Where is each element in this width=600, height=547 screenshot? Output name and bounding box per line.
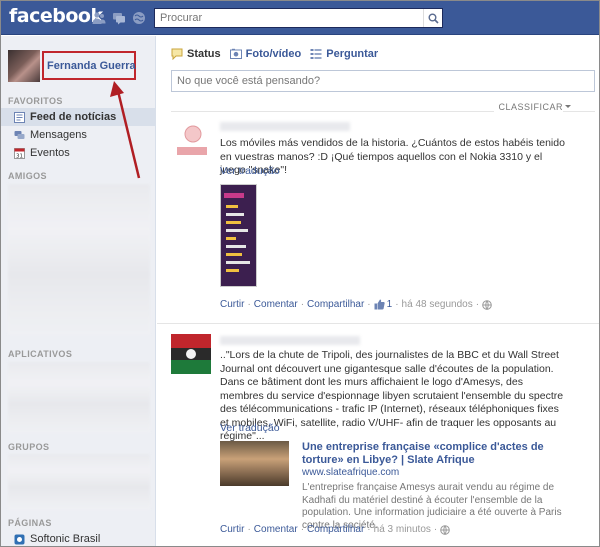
- calendar-icon: 31: [14, 147, 25, 159]
- status-composer: [171, 70, 595, 92]
- post-actions: Curtir · Comentar · Compartilhar · há 3 …: [220, 524, 451, 535]
- separator: ·: [367, 524, 371, 535]
- separator: ·: [300, 524, 305, 535]
- profile-name-link[interactable]: Fernanda Guerra: [47, 60, 136, 72]
- post-author-name-blurred: [220, 336, 360, 345]
- sidebar-item-softonic[interactable]: Softonic Brasil: [1, 530, 156, 546]
- blurred-apps-list: [8, 362, 150, 432]
- annotation-arrow: [110, 81, 141, 179]
- like-link[interactable]: Curtir: [220, 524, 244, 535]
- post-author-avatar[interactable]: [171, 121, 211, 161]
- like-count[interactable]: 1: [387, 299, 393, 310]
- photo-icon: [229, 48, 242, 59]
- comment-link[interactable]: Comentar: [254, 524, 298, 535]
- search-icon: [428, 13, 439, 24]
- notifications-icon[interactable]: [132, 11, 146, 25]
- friends-section-title: AMIGOS: [8, 171, 47, 181]
- sidebar-item-label: Softonic Brasil: [30, 533, 101, 545]
- browser-frame: facebook Fer: [0, 0, 600, 547]
- post-timestamp[interactable]: há 3 minutos: [374, 524, 431, 535]
- thumbs-up-icon[interactable]: [374, 299, 385, 310]
- softonic-icon: [14, 534, 25, 544]
- apps-section-title: APLICATIVOS: [8, 349, 73, 359]
- tab-photo-video[interactable]: Foto/vídeo: [229, 48, 302, 60]
- link-title[interactable]: Une entreprise française «complice d'act…: [302, 441, 572, 467]
- profile-avatar[interactable]: [8, 50, 40, 82]
- pages-section-title: PÁGINAS: [8, 518, 52, 528]
- status-icon: [171, 48, 183, 60]
- share-link[interactable]: Compartilhar: [307, 299, 364, 310]
- news-feed-icon: [14, 111, 25, 123]
- blurred-groups-list: [8, 454, 150, 509]
- globe-icon: [440, 524, 451, 535]
- share-link[interactable]: Compartilhar: [307, 524, 364, 535]
- blurred-friends-list: [8, 184, 150, 334]
- link-thumbnail[interactable]: [220, 441, 289, 486]
- tab-status[interactable]: Status: [171, 48, 221, 60]
- see-translation-link[interactable]: Ver tradução: [220, 165, 568, 179]
- link-domain[interactable]: www.slateafrique.com: [302, 467, 399, 478]
- friend-requests-icon[interactable]: [92, 11, 106, 25]
- sidebar-item-label: Eventos: [30, 147, 70, 159]
- separator: ·: [433, 524, 438, 535]
- separator: ·: [475, 299, 480, 310]
- question-icon: [310, 49, 322, 59]
- globe-icon: [482, 299, 492, 310]
- tab-status-label: Status: [187, 48, 221, 60]
- chevron-down-icon[interactable]: [565, 105, 571, 108]
- story-divider: [157, 323, 599, 324]
- status-input[interactable]: [172, 71, 594, 91]
- messages-icon[interactable]: [112, 11, 126, 25]
- messages-icon: [14, 130, 25, 139]
- svg-text:31: 31: [16, 153, 23, 159]
- search-box: [154, 8, 443, 28]
- favorites-section-title: FAVORITOS: [8, 96, 63, 106]
- tab-question-label: Perguntar: [326, 48, 379, 60]
- sidebar-item-label: Mensagens: [30, 129, 87, 141]
- comment-link[interactable]: Comentar: [254, 299, 298, 310]
- post-author-name-blurred: [220, 122, 350, 131]
- tab-photo-video-label: Foto/vídeo: [245, 48, 302, 60]
- tab-question[interactable]: Perguntar: [310, 48, 378, 60]
- post-photo-infographic[interactable]: [220, 184, 257, 287]
- groups-section-title: GRUPOS: [8, 442, 50, 452]
- composer-tabs: Status Foto/vídeo Perguntar: [171, 48, 378, 60]
- facebook-logo[interactable]: facebook: [9, 5, 103, 27]
- search-button[interactable]: [423, 9, 442, 27]
- separator: ·: [247, 524, 251, 535]
- like-link[interactable]: Curtir: [220, 299, 244, 310]
- sort-button[interactable]: CLASSIFICAR: [494, 102, 563, 112]
- search-input[interactable]: [155, 9, 423, 27]
- post-timestamp[interactable]: há 48 segundos: [402, 299, 473, 310]
- news-feed: Status Foto/vídeo Perguntar No que você …: [157, 36, 599, 546]
- post-actions: Curtir · Comentar · Compartilhar · 1 · h…: [220, 299, 492, 310]
- separator: ·: [395, 299, 399, 310]
- see-translation-link[interactable]: Ver tradução: [220, 422, 568, 436]
- top-bar: facebook: [1, 1, 599, 35]
- separator: ·: [247, 299, 251, 310]
- post-author-avatar[interactable]: [171, 334, 211, 374]
- separator: ·: [300, 299, 305, 310]
- separator: ·: [367, 299, 371, 310]
